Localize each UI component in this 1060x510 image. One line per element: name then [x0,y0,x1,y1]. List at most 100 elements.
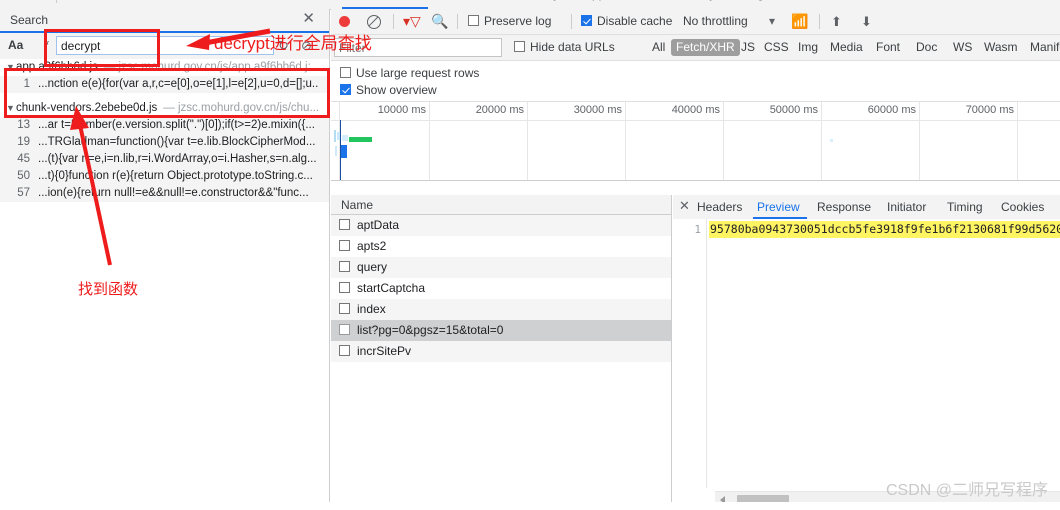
search-panel-header: Search ✕ [0,9,329,33]
tab-timing[interactable]: Timing [947,195,983,219]
tab-headers[interactable]: Headers [697,195,742,219]
search-input[interactable] [56,36,274,55]
table-row[interactable]: index [331,299,671,320]
filter-type-img[interactable]: Img [793,39,823,56]
show-overview-label: Show overview [356,83,437,97]
search-result-line[interactable]: 50 ...t){0}function r(e){return Object.pr… [0,168,329,185]
tab-performance[interactable]: Performance [422,0,491,1]
show-overview-checkbox[interactable]: Show overview [340,83,437,97]
filter-type-doc[interactable]: Doc [911,39,942,56]
search-result-file[interactable]: ▼app.a9f6bb6d.js — jzsc.mohurd.gov.cn/js/… [0,59,329,76]
row-checkbox[interactable] [339,324,350,335]
search-result-line[interactable]: 45 ...(t){var n=e,i=n.lib,r=i.WordArray,o… [0,151,329,168]
match-case-button[interactable]: Aa [8,38,23,52]
search-panel: Search ✕ Aa * ↻ ⊘ ▼app.a9f6bb6d.js— jzsc… [0,9,330,510]
row-checkbox[interactable] [339,240,350,251]
search-result-file[interactable]: ▼chunk-vendors.2ebebe0d.js — jzsc.mohurd.… [0,100,329,117]
filter-type-font[interactable]: Font [871,39,905,56]
filter-type-ws[interactable]: WS [948,39,977,56]
clear-button[interactable] [367,9,381,34]
filter-type-media[interactable]: Media [825,39,868,56]
filter-type-css[interactable]: CSS [759,39,794,56]
tab-cookies[interactable]: Cookies [1001,195,1044,219]
tab-elements[interactable]: Elements [120,0,170,1]
tab-network[interactable]: Network [346,0,390,1]
chevron-down-icon[interactable]: ▼ [6,59,16,76]
chevron-down-icon[interactable]: ▼ [6,100,16,117]
tab-memory[interactable]: Memory [516,0,559,1]
filter-type-js[interactable]: JS [736,39,760,56]
tab-security[interactable]: Security [672,0,715,1]
throttling-select[interactable]: No throttling [683,9,748,34]
search-results-list[interactable]: ▼app.a9f6bb6d.js — jzsc.mohurd.gov.cn/js/… [0,59,329,510]
overview-tick-label: 60000 ms [867,104,916,116]
export-har-icon[interactable]: ⬇ [861,9,872,34]
chevron-down-icon[interactable]: ▾ [769,9,775,34]
search-result-line-text: ...t){0}function r(e){return Object.prot… [38,170,313,182]
row-checkbox[interactable] [339,282,350,293]
disable-cache-checkbox[interactable]: Disable cache [581,9,672,34]
filter-input[interactable] [334,38,502,57]
preview-line-text: 95780ba0943730051dccb5fe3918f9fe1b6f2130… [709,221,1060,238]
preserve-log-label: Preserve log [484,14,552,28]
network-filter-bar: Hide data URLs All Fetch/XHR JS CSS Img … [331,35,1060,61]
requests-column-header[interactable]: Name [331,195,671,215]
checkbox-box [340,67,351,78]
row-checkbox[interactable] [339,219,350,230]
clear-search-icon[interactable]: ⊘ [301,38,312,54]
preview-content[interactable]: 1 95780ba0943730051dccb5fe3918f9fe1b6f21… [673,219,1060,488]
search-result-line[interactable]: 57 ...ion(e){return null!=e&&null!=e.cons… [0,185,329,202]
tab-lighthouse[interactable]: Lighthouse [748,0,807,1]
table-row[interactable]: query [331,257,671,278]
use-large-request-rows-checkbox[interactable]: Use large request rows [340,66,479,80]
filter-type-wasm[interactable]: Wasm [979,39,1023,56]
overview-tick: 30000 ms [574,102,626,180]
row-checkbox[interactable] [339,261,350,272]
search-result-line[interactable]: 1 ...nction e(e){for(var a,r,c=e[0],o=e[1… [0,76,329,93]
request-name: apts2 [357,239,387,253]
tab-preview[interactable]: Preview [757,195,800,219]
search-result-line-text: ...(t){var n=e,i=n.lib,r=i.WordArray,o=i… [38,153,317,165]
import-har-icon[interactable]: ⬆ [831,9,842,34]
network-overview[interactable]: 10000 ms 20000 ms 30000 ms 40000 ms 5000… [331,102,1060,181]
tab-initiator[interactable]: Initiator [887,195,926,219]
close-icon[interactable]: ✕ [679,198,690,214]
tab-response[interactable]: Response [817,195,871,219]
filter-type-all[interactable]: All [647,39,670,56]
hide-data-urls-checkbox[interactable]: Hide data URLs [509,39,620,56]
record-button[interactable] [339,9,350,34]
toolbar-divider [457,14,458,29]
table-row[interactable]: startCaptcha [331,278,671,299]
regex-button[interactable]: * [44,37,49,52]
network-panel: ▾▽ 🔍 Preserve log Disable cache No throt… [331,9,1060,510]
search-result-file-name: chunk-vendors.2ebebe0d.js [16,102,158,114]
search-result-line-text: ...nction e(e){for(var a,r,c=e[0],o=e[1]… [38,78,319,90]
search-result-line[interactable]: 19 ...TRGladman=function(){var t=e.lib.Bl… [0,134,329,151]
overview-tick: 70000 ms [966,102,1018,180]
table-row[interactable]: aptData [331,215,671,236]
request-detail-pane: ✕ Headers Preview Response Initiator Tim… [673,195,1060,510]
search-icon[interactable]: 🔍 [431,9,448,34]
preserve-log-checkbox[interactable]: Preserve log [468,9,551,34]
tab-console[interactable]: Console [196,0,240,1]
filter-button[interactable]: ▾▽ [403,9,421,34]
network-conditions-icon[interactable]: 📶 [791,9,808,34]
request-name: incrSitePv [357,344,412,358]
row-checkbox[interactable] [339,303,350,314]
table-row[interactable]: list?pg=0&pgsz=15&total=0 [331,320,671,341]
close-icon[interactable]: ✕ [302,11,315,27]
table-row[interactable]: incrSitePv [331,341,671,362]
overview-band [337,132,340,140]
detail-tab-bar: ✕ Headers Preview Response Initiator Tim… [673,195,1060,220]
filter-type-fetch-xhr[interactable]: Fetch/XHR [671,39,740,56]
checkbox-box [514,41,525,52]
preview-line: 1 95780ba0943730051dccb5fe3918f9fe1b6f21… [673,221,1060,238]
search-result-line[interactable]: 13 ...ar t=Number(e.version.split(".")[0]… [0,117,329,134]
tab-sources[interactable]: Sources [270,0,314,1]
refresh-icon[interactable]: ↻ [278,38,289,54]
table-row[interactable]: apts2 [331,236,671,257]
tab-application[interactable]: Application [584,0,643,1]
filter-type-manifest[interactable]: Manifest [1025,39,1060,56]
row-checkbox[interactable] [339,345,350,356]
devtools-inspect-icons[interactable]: ☐ ◫ [6,0,38,1]
